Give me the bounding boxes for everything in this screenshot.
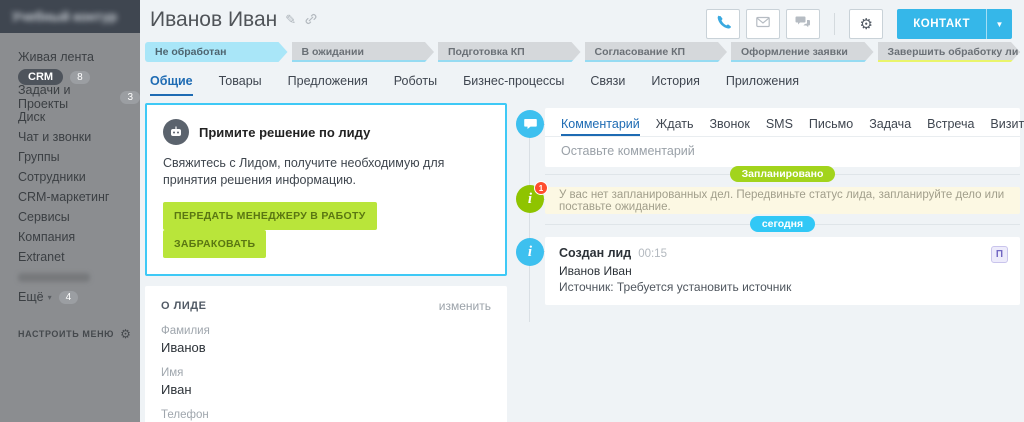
chevron-down-icon: ▾ xyxy=(48,293,52,302)
field-label-lastname: Фамилия xyxy=(161,325,491,337)
tab-relations[interactable]: Связи xyxy=(590,74,625,96)
planned-badge: Запланировано xyxy=(730,166,836,182)
sidebar-item-live-feed[interactable]: Живая лента xyxy=(0,47,140,67)
tab-products[interactable]: Товары xyxy=(219,74,262,96)
lead-details-column: Примите решение по лиду Свяжитесь с Лидо… xyxy=(145,103,507,422)
notification-count-badge: 1 xyxy=(534,181,548,195)
planned-badge-row: Запланировано xyxy=(545,166,1020,182)
gear-icon: ⚙ xyxy=(860,15,873,33)
link-icon[interactable] xyxy=(304,12,318,29)
about-lead-title: О ЛИДЕ xyxy=(161,300,206,312)
envelope-icon xyxy=(755,14,771,35)
field-value-firstname: Иван xyxy=(161,382,491,397)
comment-input[interactable]: Оставьте комментарий xyxy=(545,137,1020,167)
timeline-entry-lead-created[interactable]: Создан лид 00:15 Иванов Иван Источник: Т… xyxy=(545,237,1020,305)
contact-split-button[interactable]: КОНТАКТ ▼ xyxy=(897,9,1012,39)
avatar[interactable]: П xyxy=(991,246,1008,263)
tab-quotes[interactable]: Предложения xyxy=(288,74,368,96)
entry-title: Создан лид xyxy=(559,246,631,260)
timeline-tabs: Комментарий Ждать Звонок SMS Письмо Зада… xyxy=(545,108,1020,136)
stage-not-processed[interactable]: Не обработан xyxy=(145,42,288,62)
header-actions: ⚙ КОНТАКТ ▼ xyxy=(700,9,1012,39)
workspace-logo-text: Учебный контур xyxy=(12,9,117,24)
decision-title: Примите решение по лиду xyxy=(199,125,370,140)
edit-title-icon[interactable]: ✎ xyxy=(285,12,296,28)
decision-text: Свяжитесь с Лидом, получите необходимую … xyxy=(163,155,489,189)
stage-waiting[interactable]: В ожидании xyxy=(292,42,435,62)
field-label-firstname: Имя xyxy=(161,367,491,379)
phone-icon xyxy=(715,14,731,35)
contact-dropdown-arrow[interactable]: ▼ xyxy=(986,9,1012,39)
tab-history[interactable]: История xyxy=(651,74,699,96)
tab-general[interactable]: Общие xyxy=(150,74,193,96)
about-lead-card: О ЛИДЕ изменить Фамилия Иванов Имя Иван … xyxy=(145,286,507,422)
page-header: Иванов Иван ✎ xyxy=(150,8,318,32)
stage-finish-lead[interactable]: Завершить обработку лида xyxy=(878,42,1021,62)
sidebar-item-services[interactable]: Сервисы xyxy=(0,207,140,227)
entry-lead-name: Иванов Иван xyxy=(559,264,1006,278)
entry-time: 00:15 xyxy=(638,248,667,260)
no-planned-activities-notice: У вас нет запланированных дел. Передвинь… xyxy=(545,187,1020,214)
tab-wait[interactable]: Ждать xyxy=(656,117,694,136)
sidebar-item-crm-marketing[interactable]: CRM-маркетинг xyxy=(0,187,140,207)
chat-bubbles-icon xyxy=(795,14,811,35)
tab-letter[interactable]: Письмо xyxy=(809,117,853,136)
workspace-logo[interactable]: Учебный контур xyxy=(0,0,140,33)
tab-call[interactable]: Звонок xyxy=(710,117,750,136)
tab-applications[interactable]: Приложения xyxy=(726,74,799,96)
tab-meeting[interactable]: Встреча xyxy=(927,117,974,136)
sidebar-item-more[interactable]: Ещё ▾ 4 xyxy=(0,287,140,307)
email-button[interactable] xyxy=(746,9,780,39)
today-badge: сегодня xyxy=(750,216,815,232)
tab-visit[interactable]: Визит xyxy=(990,117,1024,136)
page-title: Иванов Иван xyxy=(150,8,277,32)
entry-source: Источник: Требуется установить источник xyxy=(559,280,1006,294)
settings-button[interactable]: ⚙ xyxy=(849,9,883,39)
actions-divider xyxy=(834,13,835,35)
about-lead-edit-link[interactable]: изменить xyxy=(439,299,491,313)
field-label-phone: Телефон xyxy=(161,409,218,421)
configure-menu-button[interactable]: НАСТРОИТЬ МЕНЮ ⚙ xyxy=(18,327,131,341)
sidebar-item-extranet[interactable]: Extranet xyxy=(0,247,140,267)
planned-info-icon: i 1 xyxy=(516,185,544,213)
contact-button-label[interactable]: КОНТАКТ xyxy=(897,9,986,39)
lead-decision-box: Примите решение по лиду Свяжитесь с Лидо… xyxy=(145,103,507,276)
tab-business-processes[interactable]: Бизнес-процессы xyxy=(463,74,564,96)
sidebar-item-employees[interactable]: Сотрудники xyxy=(0,167,140,187)
gear-icon: ⚙ xyxy=(120,327,131,341)
call-button[interactable] xyxy=(706,9,740,39)
stage-quote-prep[interactable]: Подготовка КП xyxy=(438,42,581,62)
sidebar: Учебный контур Живая лента CRM 8 Задачи … xyxy=(0,0,140,422)
more-counter-badge: 4 xyxy=(59,291,79,304)
reject-lead-button[interactable]: ЗАБРАКОВАТЬ xyxy=(163,230,266,258)
tab-sms[interactable]: SMS xyxy=(766,117,793,136)
info-icon: i xyxy=(516,238,544,266)
tab-comment[interactable]: Комментарий xyxy=(561,117,640,136)
sidebar-item-groups[interactable]: Группы xyxy=(0,147,140,167)
tab-task[interactable]: Задача xyxy=(869,117,911,136)
sidebar-item-company[interactable]: Компания xyxy=(0,227,140,247)
tasks-counter-badge: 3 xyxy=(120,91,140,104)
sidebar-menu: Живая лента CRM 8 Задачи и Проекты 3 Дис… xyxy=(0,47,140,307)
field-value-lastname: Иванов xyxy=(161,340,491,355)
stage-quote-approval[interactable]: Согласование КП xyxy=(585,42,728,62)
tab-robots[interactable]: Роботы xyxy=(394,74,437,96)
comment-bubble-icon xyxy=(516,110,544,138)
crm-counter-badge: 8 xyxy=(70,71,90,84)
lead-stage-bar: Не обработан В ожидании Подготовка КП Со… xyxy=(145,42,1020,62)
sidebar-item-tasks[interactable]: Задачи и Проекты 3 xyxy=(0,87,140,107)
timeline-composer-card: Комментарий Ждать Звонок SMS Письмо Зада… xyxy=(545,108,1020,167)
timeline-line xyxy=(529,122,530,322)
today-badge-row: сегодня xyxy=(545,216,1020,232)
sidebar-item-blurred[interactable] xyxy=(0,267,140,287)
assistant-robot-icon xyxy=(163,119,189,145)
stage-order-processing[interactable]: Оформление заявки xyxy=(731,42,874,62)
assign-manager-button[interactable]: ПЕРЕДАТЬ МЕНЕДЖЕРУ В РАБОТУ xyxy=(163,202,377,230)
chat-button[interactable] xyxy=(786,9,820,39)
lead-tabs: Общие Товары Предложения Роботы Бизнес-п… xyxy=(150,74,799,96)
sidebar-item-chat[interactable]: Чат и звонки xyxy=(0,127,140,147)
